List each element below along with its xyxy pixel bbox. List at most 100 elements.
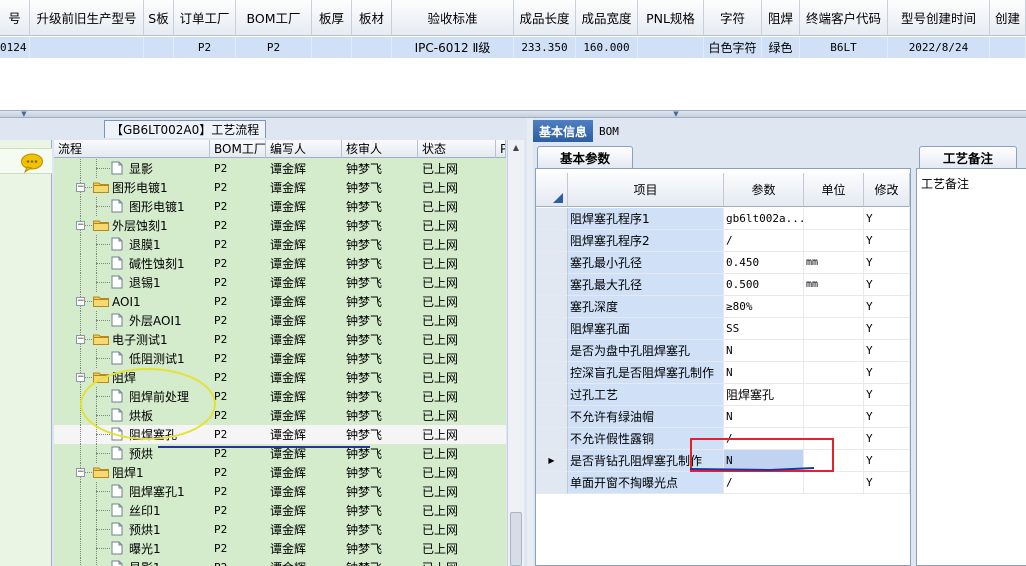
tab-process-notes[interactable]: 工艺备注 bbox=[919, 146, 1017, 168]
grid-cell[interactable] bbox=[990, 37, 1026, 58]
tree-folder-row[interactable]: − 阻焊1 P2 谭金辉 钟梦飞 已上网 bbox=[54, 463, 506, 482]
column-header[interactable]: 字符 bbox=[704, 0, 762, 36]
tab-bom[interactable]: BOM bbox=[593, 120, 625, 142]
scroll-thumb[interactable] bbox=[510, 512, 522, 566]
tree-item-row[interactable]: 预烘1 P2 谭金辉 钟梦飞 已上网 bbox=[54, 520, 506, 539]
param-value-field[interactable]: N bbox=[724, 406, 804, 428]
column-header[interactable]: 终端客户代码 bbox=[800, 0, 888, 36]
collapse-toggle-icon[interactable]: − bbox=[76, 183, 85, 192]
tree-item-row[interactable]: 显影1 P2 谭金辉钟梦飞已上网 bbox=[54, 558, 506, 566]
tree-item-row[interactable]: 退膜1 P2 谭金辉 钟梦飞 已上网 bbox=[54, 235, 506, 254]
param-row[interactable]: 塞孔最小孔径 0.450 mm Y bbox=[536, 252, 910, 274]
param-row[interactable]: 是否为盘中孔阻焊塞孔 N Y bbox=[536, 340, 910, 362]
column-header[interactable]: 状态 bbox=[418, 140, 496, 158]
tree-item-row[interactable]: 丝印1 P2 谭金辉 钟梦飞 已上网 bbox=[54, 501, 506, 520]
param-row[interactable]: 控深盲孔是否阻焊塞孔制作 N Y bbox=[536, 362, 910, 384]
column-header[interactable]: 修改 bbox=[864, 173, 910, 207]
param-value-field[interactable]: SS bbox=[724, 318, 804, 340]
collapse-toggle-icon[interactable]: − bbox=[76, 468, 85, 477]
column-header[interactable]: BOM工厂 bbox=[236, 0, 312, 36]
column-header[interactable]: 验收标准 bbox=[392, 0, 514, 36]
tree-item-row[interactable]: 图形电镀1 P2 谭金辉 钟梦飞 已上网 bbox=[54, 197, 506, 216]
grid-cell[interactable]: IPC-6012 Ⅱ级 bbox=[392, 37, 514, 58]
splitter-grip-left-icon[interactable]: ▼ bbox=[20, 111, 28, 118]
column-header[interactable]: S板 bbox=[144, 0, 174, 36]
param-row[interactable]: 过孔工艺 阻焊塞孔 Y bbox=[536, 384, 910, 406]
chat-bubble-icon[interactable] bbox=[20, 153, 44, 176]
tab-basic-info[interactable]: 基本信息 bbox=[533, 120, 594, 142]
param-value-field[interactable]: 0.450 bbox=[724, 252, 804, 274]
grid-cell[interactable]: P2 bbox=[236, 37, 312, 58]
param-value-field[interactable]: gb6lt002a... bbox=[724, 208, 804, 230]
tree-item-row[interactable]: 碱性蚀刻1 P2 谭金辉 钟梦飞 已上网 bbox=[54, 254, 506, 273]
param-row[interactable]: 不允许有绿油帽 N Y bbox=[536, 406, 910, 428]
tree-folder-row[interactable]: − 图形电镀1 P2 谭金辉 钟梦飞 已上网 bbox=[54, 178, 506, 197]
tree-item-row[interactable]: 阻焊塞孔1 P2 谭金辉 钟梦飞 已上网 bbox=[54, 482, 506, 501]
param-row[interactable]: 阻焊塞孔程序2/ Y bbox=[536, 230, 910, 252]
collapse-toggle-icon[interactable]: − bbox=[76, 335, 85, 344]
column-header[interactable]: 核审人 bbox=[342, 140, 418, 158]
column-header[interactable]: 单位 bbox=[804, 173, 864, 207]
param-row[interactable]: 阻焊塞孔面 SS Y bbox=[536, 318, 910, 340]
grid-cell[interactable] bbox=[312, 37, 352, 58]
tab-basic-params[interactable]: 基本参数 bbox=[537, 146, 633, 168]
tree-folder-row[interactable]: − AOI1 P2 谭金辉 钟梦飞 已上网 bbox=[54, 292, 506, 311]
grid-cell[interactable]: 0124 bbox=[0, 37, 30, 58]
column-header[interactable]: 创建 bbox=[990, 0, 1026, 36]
grid-cell[interactable] bbox=[144, 37, 174, 58]
tree-folder-row[interactable]: − 电子测试1 P2 谭金辉 钟梦飞 已上网 bbox=[54, 330, 506, 349]
tree-item-row[interactable]: 显影 P2 谭金辉 钟梦飞 已上网 bbox=[54, 159, 506, 178]
tree-item-row[interactable]: 低阻测试1 P2 谭金辉 钟梦飞 已上网 bbox=[54, 349, 506, 368]
param-row[interactable]: 塞孔深度 ≥80% Y bbox=[536, 296, 910, 318]
grid-cell[interactable]: B6LT bbox=[800, 37, 888, 58]
column-header[interactable]: 号 bbox=[0, 0, 30, 36]
param-value-field[interactable]: / bbox=[724, 472, 804, 494]
grid-cell[interactable] bbox=[30, 37, 144, 58]
panel-splitter[interactable]: ▼ ▼ bbox=[0, 110, 1026, 118]
column-header[interactable]: 成品长度 bbox=[514, 0, 576, 36]
param-value-field[interactable]: N bbox=[724, 362, 804, 384]
column-header[interactable]: 板材 bbox=[352, 0, 392, 36]
flow-scrollbar[interactable]: ▲ bbox=[507, 140, 524, 566]
tree-item-row[interactable]: 外层AOI1 P2 谭金辉 钟梦飞 已上网 bbox=[54, 311, 506, 330]
grid-cell[interactable]: 160.000 bbox=[576, 37, 638, 58]
column-header[interactable]: 升级前旧生产型号 bbox=[30, 0, 144, 36]
grid-cell[interactable]: 2022/8/24 bbox=[888, 37, 990, 58]
param-value-field[interactable]: ≥80% bbox=[724, 296, 804, 318]
scroll-up-arrow-icon[interactable]: ▲ bbox=[508, 140, 524, 156]
column-header[interactable]: 阻焊 bbox=[762, 0, 800, 36]
collapse-toggle-icon[interactable]: − bbox=[76, 373, 85, 382]
column-header[interactable]: 编写人 bbox=[266, 140, 342, 158]
column-header[interactable]: 板厚 bbox=[312, 0, 352, 36]
process-notes-area[interactable]: 工艺备注 bbox=[916, 168, 1026, 566]
grid-cell[interactable] bbox=[352, 37, 392, 58]
param-row[interactable]: 阻焊塞孔程序1 gb6lt002a... Y bbox=[536, 208, 910, 230]
column-header[interactable]: 项目 bbox=[568, 173, 724, 207]
column-header[interactable]: 参数 bbox=[724, 173, 804, 207]
param-row[interactable]: 塞孔最大孔径 0.500 mm Y bbox=[536, 274, 910, 296]
param-value-field[interactable]: 阻焊塞孔 bbox=[724, 384, 804, 406]
column-header[interactable]: 型号创建时间 bbox=[888, 0, 990, 36]
column-header[interactable]: 流程 bbox=[54, 140, 210, 158]
grid-cell[interactable] bbox=[638, 37, 704, 58]
tree-item-row[interactable]: 曝光1 P2 谭金辉 钟梦飞 已上网 bbox=[54, 539, 506, 558]
tree-folder-row[interactable]: − 外层蚀刻1 P2 谭金辉 钟梦飞 已上网 bbox=[54, 216, 506, 235]
column-header[interactable]: PNL规格 bbox=[638, 0, 704, 36]
collapse-toggle-icon[interactable]: − bbox=[76, 221, 85, 230]
column-header[interactable]: 成品宽度 bbox=[576, 0, 638, 36]
param-item: 塞孔深度 bbox=[568, 296, 724, 318]
splitter-grip-mid-icon[interactable]: ▼ bbox=[672, 111, 680, 118]
grid-cell[interactable]: 233.350 bbox=[514, 37, 576, 58]
column-header[interactable]: P bbox=[496, 140, 506, 158]
grid-cell[interactable]: 白色字符 bbox=[704, 37, 762, 58]
param-row[interactable]: 单面开窗不掏曝光点 / Y bbox=[536, 472, 910, 494]
collapse-toggle-icon[interactable]: − bbox=[76, 297, 85, 306]
grid-cell[interactable]: 绿色 bbox=[762, 37, 800, 58]
tree-item-row[interactable]: 退锡1 P2 谭金辉 钟梦飞 已上网 bbox=[54, 273, 506, 292]
grid-cell[interactable]: P2 bbox=[174, 37, 236, 58]
param-value-field[interactable]: N bbox=[724, 340, 804, 362]
param-value-field[interactable]: 0.500 bbox=[724, 274, 804, 296]
column-header[interactable]: 订单工厂 bbox=[174, 0, 236, 36]
column-header[interactable]: BOM工厂 bbox=[210, 140, 266, 158]
param-value-field[interactable]: / bbox=[724, 230, 804, 252]
